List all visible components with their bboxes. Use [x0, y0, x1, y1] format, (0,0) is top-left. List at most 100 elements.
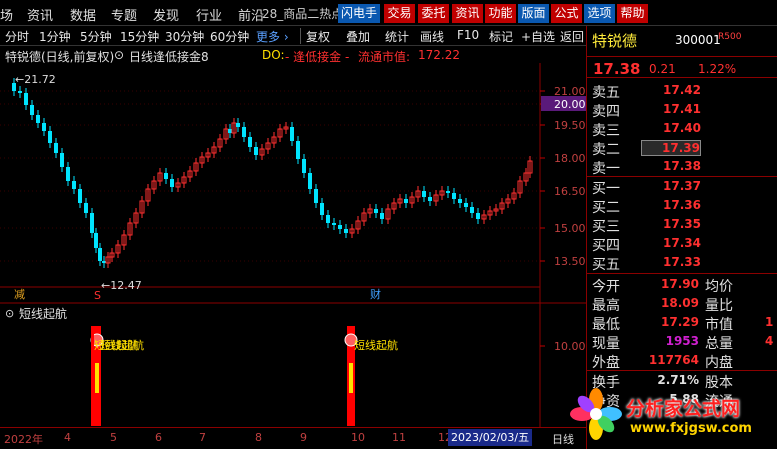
candle-body: [228, 129, 232, 133]
candle-body: [42, 123, 46, 131]
high-price-label: ←21.72: [15, 73, 56, 86]
stat-value: 1953: [665, 334, 699, 348]
function-button[interactable]: 功能: [485, 4, 516, 23]
low-price-label: ←12.47: [101, 279, 142, 292]
stat-label: 均价: [705, 279, 733, 295]
mark-button[interactable]: 标记: [489, 28, 513, 45]
candle-body: [458, 199, 462, 203]
trade-button[interactable]: 交易: [384, 4, 415, 23]
f10-button[interactable]: F10: [457, 28, 479, 42]
options-button[interactable]: 选项: [584, 4, 615, 23]
finance-marker[interactable]: 财: [370, 287, 381, 301]
overlay-button[interactable]: 叠加: [346, 28, 370, 45]
cursor-date: 2023/02/03/五: [448, 429, 533, 446]
y-tick-label: 13.50: [554, 255, 586, 268]
subchart-toggle-icon[interactable]: ⊙: [5, 307, 14, 320]
stat-value: 17.29: [661, 315, 699, 329]
stat-label: 最高: [592, 298, 620, 314]
candle-body: [404, 199, 408, 203]
menu-item-market[interactable]: 场: [0, 5, 13, 24]
candle-body: [48, 131, 52, 143]
y-tick-label: 19.50: [554, 119, 586, 132]
candle-body: [78, 189, 82, 203]
chart-grid: [0, 90, 540, 262]
back-button[interactable]: 返回: [560, 28, 584, 45]
ask-price: 17.42: [663, 83, 701, 97]
ask-row[interactable]: 卖二 17.39: [587, 138, 777, 158]
period-tab-15min[interactable]: 15分钟: [120, 28, 159, 45]
price-row: 17.38 0.21 1.22%: [587, 56, 777, 78]
more-periods-button[interactable]: 更多 ›: [256, 28, 289, 45]
candle-body: [94, 233, 98, 248]
indicator-toggle-icon[interactable]: ⊙: [114, 48, 124, 62]
stock-header: 特锐德 300001 R500: [587, 26, 777, 56]
chart-toolbar: 分时 1分钟 5分钟 15分钟 30分钟 60分钟 更多 › 复权 叠加 统计 …: [0, 26, 586, 46]
bid-row[interactable]: 买二 17.36: [587, 196, 777, 216]
period-tab-timeshare[interactable]: 分时: [5, 28, 29, 45]
period-tab-1min[interactable]: 1分钟: [39, 28, 71, 45]
candle-body: [470, 207, 474, 213]
s-marker[interactable]: S: [94, 289, 101, 302]
ask-row[interactable]: 卖三 17.40: [587, 119, 777, 139]
y-tick-label: 16.50: [554, 185, 586, 198]
candle-body: [302, 159, 306, 173]
order-button[interactable]: 委托: [418, 4, 449, 23]
window-title: 28_商品二热点: [262, 7, 344, 21]
stat-value: 1: [765, 315, 774, 329]
date-axis-label: 7: [199, 431, 206, 444]
period-tab-30min[interactable]: 30分钟: [165, 28, 204, 45]
formula-button[interactable]: 公式: [551, 4, 582, 23]
price-change-pct: 1.22%: [698, 62, 737, 76]
bid-label: 买五: [592, 257, 620, 273]
candle-body: [164, 173, 168, 179]
sub-y-tick-label: 10.00: [554, 340, 586, 353]
stat-label: 市值: [705, 317, 733, 333]
candle-body: [452, 193, 456, 199]
stat-label: 外盘: [592, 355, 620, 371]
ask-row[interactable]: 卖一 17.38: [587, 157, 777, 177]
menu-item-frontier[interactable]: 前沿: [238, 5, 264, 24]
candle-body: [464, 203, 468, 207]
candle-body: [344, 229, 348, 233]
ask-row[interactable]: 卖四 17.41: [587, 100, 777, 120]
menu-item-discover[interactable]: 发现: [153, 5, 179, 24]
ask-row[interactable]: 卖五 17.42: [587, 81, 777, 101]
bid-row[interactable]: 买一 17.37: [587, 177, 777, 197]
adjust-button[interactable]: 复权: [306, 28, 330, 45]
reduction-marker[interactable]: 减: [14, 288, 25, 301]
menu-item-topics[interactable]: 专题: [111, 5, 137, 24]
news-button[interactable]: 资讯: [452, 4, 483, 23]
menu-item-data[interactable]: 数据: [70, 5, 96, 24]
period-tab-60min[interactable]: 60分钟: [210, 28, 249, 45]
bid-row[interactable]: 买四 17.34: [587, 234, 777, 254]
candlestick-series: [12, 78, 533, 268]
menu-item-industry[interactable]: 行业: [196, 5, 222, 24]
draw-line-button[interactable]: 画线: [420, 28, 444, 45]
candle-body: [24, 93, 28, 105]
candle-body: [314, 189, 318, 203]
logo-text: 分析家公式网: [626, 398, 741, 420]
last-price: 17.38: [593, 60, 641, 78]
bid-row[interactable]: 买五 17.33: [587, 253, 777, 273]
stats-divider: [587, 273, 777, 274]
candle-body: [72, 181, 76, 189]
ask-label: 卖四: [592, 104, 620, 120]
period-tab-5min[interactable]: 5分钟: [80, 28, 112, 45]
menu-item-news[interactable]: 资讯: [27, 5, 53, 24]
candle-body: [380, 213, 384, 219]
stats-button[interactable]: 统计: [385, 28, 409, 45]
y-tick-label: 20.00: [554, 98, 586, 111]
add-watchlist-button[interactable]: +自选: [521, 28, 555, 45]
subchart-title: 短线起航: [19, 306, 67, 321]
candle-body: [254, 147, 258, 155]
flash-trade-button[interactable]: 闪电手: [338, 4, 380, 23]
date-axis-label: 10: [351, 431, 365, 444]
bid-row[interactable]: 买三 17.35: [587, 215, 777, 235]
candle-body: [90, 213, 94, 233]
stat-value: 117764: [648, 353, 699, 367]
candle-body: [332, 223, 336, 225]
layout-button[interactable]: 版面: [518, 4, 549, 23]
kline-chart[interactable]: 21.0020.0019.5018.0016.5015.0013.5010.00…: [0, 63, 586, 427]
ask-label: 卖五: [592, 85, 620, 101]
help-button[interactable]: 帮助: [617, 4, 648, 23]
